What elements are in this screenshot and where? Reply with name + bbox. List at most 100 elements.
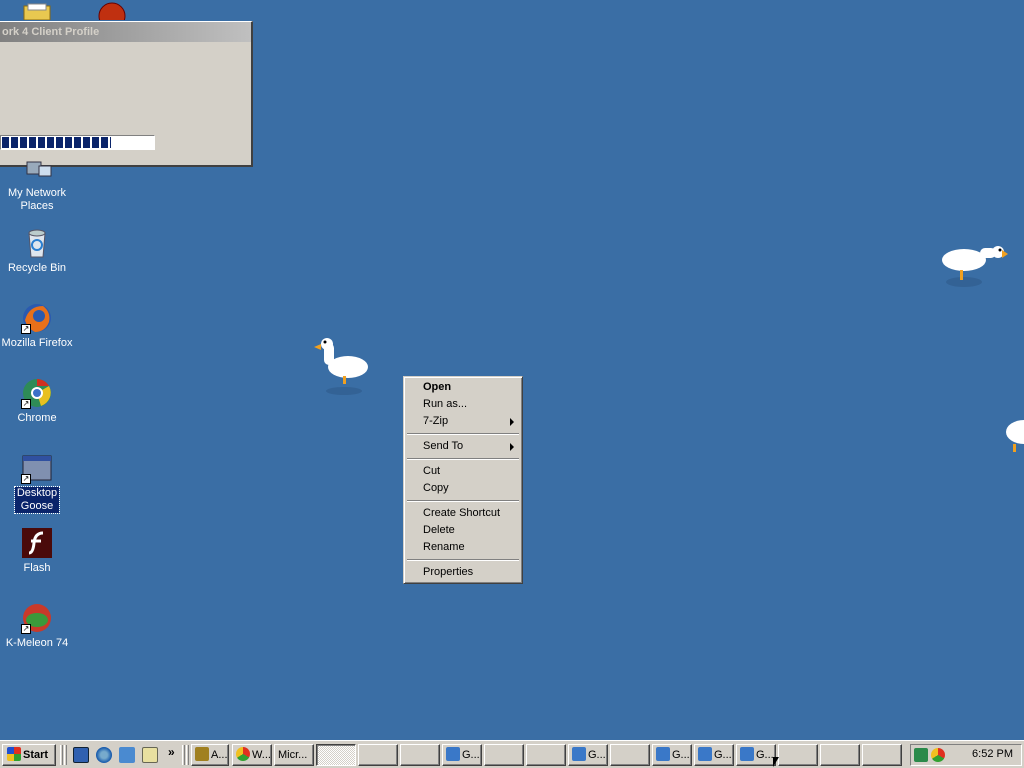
desktop-icon-my-network-places[interactable]: My Network Places (0, 160, 74, 213)
quicklaunch-more-icon[interactable]: » (168, 745, 175, 759)
network-tray-icon[interactable] (914, 748, 928, 762)
shortcut-arrow-icon: ↗ (21, 399, 31, 409)
shortcut-arrow-icon: ↗ (21, 324, 31, 334)
desktop-icon-chrome[interactable]: ↗ Chrome (0, 377, 74, 425)
show-desktop-icon[interactable] (73, 747, 89, 763)
goose-icon[interactable] (940, 240, 1012, 290)
outlook-express-icon[interactable] (119, 747, 135, 763)
start-button[interactable]: Start (2, 744, 56, 766)
application-window-icon: ↗ (21, 452, 53, 484)
taskbar-button-label: W... (252, 749, 271, 761)
toolbar-grip[interactable] (60, 745, 63, 765)
folder-icon-partial[interactable] (22, 2, 52, 21)
taskbar-button[interactable]: G... (442, 744, 482, 766)
app-window-icon (656, 747, 670, 761)
red-app-icon-partial[interactable] (97, 2, 127, 30)
taskbar-button-label: Micr... (278, 749, 308, 761)
menu-item-label: Send To (423, 440, 464, 452)
taskbar-button[interactable]: W... (232, 744, 272, 766)
toolbar-grip[interactable] (186, 745, 189, 765)
app-window-icon (698, 747, 712, 761)
app-window-icon (572, 747, 586, 761)
folder-icon (23, 3, 51, 21)
taskbar-button[interactable]: A... (191, 744, 229, 766)
taskbar-button[interactable]: G... (736, 744, 776, 766)
menu-separator (407, 559, 519, 561)
search-icon[interactable] (142, 747, 158, 763)
progress-fill (2, 137, 111, 148)
taskbar-button[interactable]: Micr... (274, 744, 314, 766)
toolbar-grip[interactable] (182, 745, 185, 765)
desktop-icon-label: Flash (23, 562, 51, 574)
progress-dialog: ork 4 Client Profile (0, 21, 253, 167)
taskbar-button-label: G... (714, 749, 732, 761)
taskbar-button[interactable]: G... (568, 744, 608, 766)
menu-item-create-shortcut[interactable]: Create Shortcut (406, 505, 520, 522)
taskbar-button-label: G... (756, 749, 774, 761)
taskbar-button-label: A... (211, 749, 228, 761)
menu-item-send-to[interactable]: Send To (406, 438, 520, 455)
taskbar-button[interactable] (484, 744, 524, 766)
start-label: Start (23, 749, 49, 761)
taskbar-button[interactable]: G... (652, 744, 692, 766)
menu-separator (407, 500, 519, 502)
taskbar-button[interactable] (316, 744, 356, 766)
dialog-title: ork 4 Client Profile (0, 22, 251, 42)
menu-item-cut[interactable]: Cut (406, 463, 520, 480)
menu-item-7-zip[interactable]: 7-Zip (406, 413, 520, 430)
menu-item-run-as[interactable]: Run as... (406, 396, 520, 413)
toolbar-grip[interactable] (64, 745, 67, 765)
menu-item-copy[interactable]: Copy (406, 480, 520, 497)
app-icon (195, 747, 209, 761)
menu-item-label: 7-Zip (423, 415, 449, 427)
desktop-icon-label: My Network Places (7, 187, 67, 212)
desktop-icon-label: Recycle Bin (7, 262, 67, 274)
taskbar-button-label: G... (672, 749, 690, 761)
flash-icon (21, 527, 53, 559)
desktop-icon-label: Chrome (17, 412, 57, 424)
mouse-cursor-icon (773, 757, 779, 767)
k-meleon-icon: ↗ (21, 602, 53, 634)
network-places-icon (21, 160, 53, 184)
taskbar-button[interactable] (526, 744, 566, 766)
taskbar-button-label: G... (462, 749, 480, 761)
context-menu: Open Run as... 7-Zip Send To Cut Copy Cr… (403, 376, 523, 584)
menu-separator (407, 433, 519, 435)
shortcut-arrow-icon: ↗ (21, 474, 31, 484)
firefox-icon: ↗ (21, 302, 53, 334)
taskbar-button-label: G... (588, 749, 606, 761)
menu-item-delete[interactable]: Delete (406, 522, 520, 539)
taskbar-button[interactable] (778, 744, 818, 766)
red-circle-icon (98, 2, 126, 30)
taskbar-button[interactable]: G... (694, 744, 734, 766)
clock[interactable]: 6:52 PM (972, 748, 1013, 760)
menu-separator (407, 458, 519, 460)
system-tray: 6:52 PM (910, 744, 1022, 766)
menu-item-properties[interactable]: Properties (406, 564, 520, 581)
taskbar-button[interactable] (862, 744, 902, 766)
desktop-icon-k-meleon[interactable]: ↗ K-Meleon 74 (0, 602, 74, 650)
menu-item-open[interactable]: Open (406, 379, 520, 396)
app-icon (236, 747, 250, 761)
taskbar-button[interactable] (358, 744, 398, 766)
app-tray-icon[interactable] (931, 748, 945, 762)
taskbar: Start » A... W... Micr... G... G... G...… (0, 740, 1024, 768)
chrome-icon: ↗ (21, 377, 53, 409)
desktop-icon-label: K-Meleon 74 (5, 637, 69, 649)
taskbar-button[interactable] (400, 744, 440, 766)
windows-logo-icon (7, 747, 21, 761)
desktop-icon-mozilla-firefox[interactable]: ↗ Mozilla Firefox (0, 302, 74, 350)
submenu-arrow-icon (510, 418, 514, 426)
taskbar-button[interactable] (610, 744, 650, 766)
desktop-icon-flash[interactable]: Flash (0, 527, 74, 575)
menu-item-rename[interactable]: Rename (406, 539, 520, 556)
desktop-icon-desktop-goose[interactable]: ↗ Desktop Goose (0, 452, 74, 514)
desktop-icon-label: Desktop Goose (14, 486, 60, 514)
goose-icon-partial[interactable] (1003, 418, 1024, 462)
desktop-icon-recycle-bin[interactable]: Recycle Bin (0, 227, 74, 275)
goose-icon[interactable] (310, 335, 372, 397)
recycle-bin-icon (21, 227, 53, 259)
internet-explorer-icon[interactable] (96, 747, 112, 763)
taskbar-button[interactable] (820, 744, 860, 766)
app-window-icon (446, 747, 460, 761)
